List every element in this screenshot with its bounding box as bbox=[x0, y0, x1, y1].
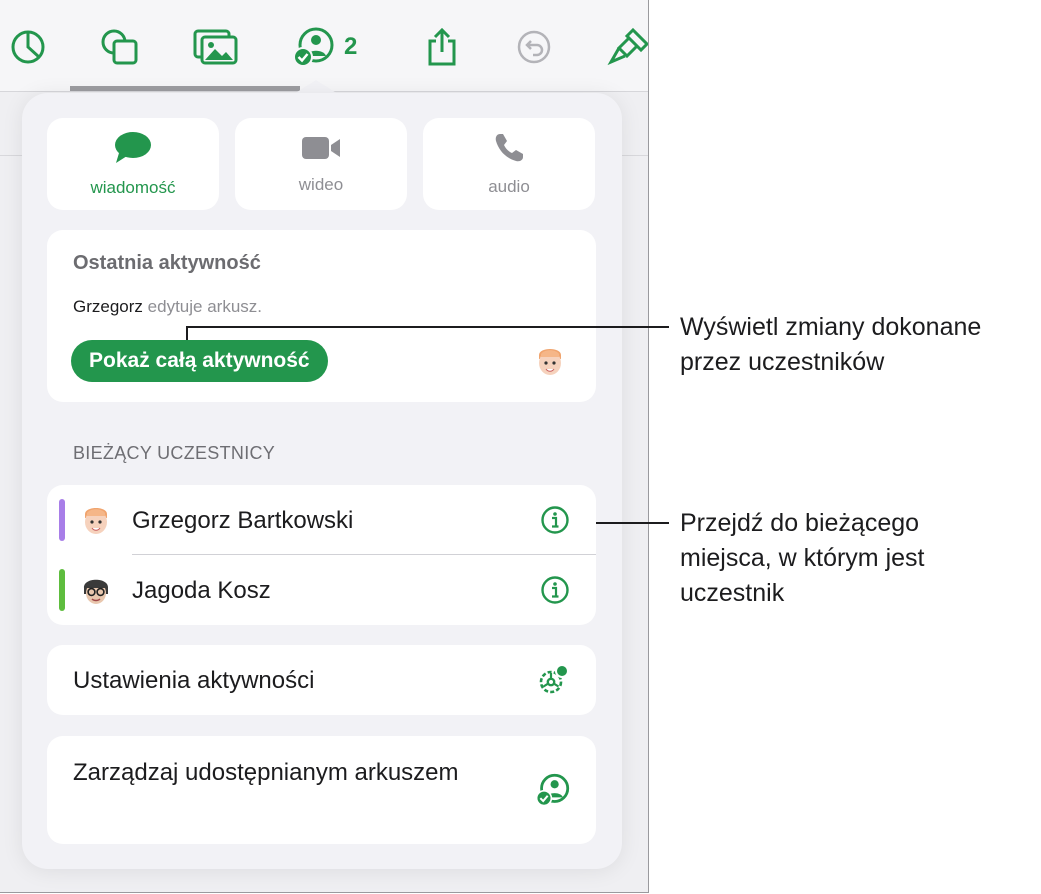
participant-row[interactable]: Jagoda Kosz bbox=[47, 555, 596, 625]
info-icon[interactable] bbox=[540, 575, 570, 610]
audio-button[interactable]: audio bbox=[423, 118, 595, 210]
participant-color-bar bbox=[59, 569, 65, 611]
info-icon[interactable] bbox=[540, 505, 570, 540]
avatar bbox=[82, 504, 110, 541]
undo-icon[interactable] bbox=[514, 22, 554, 72]
avatar bbox=[536, 345, 564, 382]
ipad-screen: 2 wiadomość wideo audio Ostatnia aktywno… bbox=[0, 0, 649, 893]
collaborate-button[interactable]: 2 bbox=[292, 22, 372, 72]
shapes-icon[interactable] bbox=[98, 22, 142, 72]
video-button[interactable]: wideo bbox=[235, 118, 407, 210]
manage-shared-sheet-row[interactable]: Zarządzaj udostępnianym arkuszem bbox=[47, 736, 596, 844]
activity-title: Ostatnia aktywność bbox=[73, 252, 261, 274]
current-participants-header: BIEŻĄCY UCZESTNICY bbox=[73, 443, 276, 463]
manage-shared-sheet-label: Zarządzaj udostępnianym arkuszem bbox=[73, 759, 459, 786]
video-icon bbox=[301, 134, 341, 167]
show-all-activity-button[interactable]: Pokaż całą aktywność bbox=[71, 340, 328, 382]
activity-line: Grzegorz edytuje arkusz. bbox=[73, 297, 262, 317]
avatar bbox=[82, 574, 110, 611]
popover-arrow bbox=[294, 80, 338, 94]
callout-text: Przejdź do bieżącego miejsca, w którym j… bbox=[680, 509, 925, 607]
media-icon[interactable] bbox=[193, 22, 239, 72]
toolbar: 2 bbox=[0, 0, 648, 92]
callout-leader-line bbox=[186, 326, 188, 340]
activity-user: Grzegorz bbox=[73, 297, 143, 316]
collaborate-icon bbox=[292, 27, 336, 67]
audio-label: audio bbox=[488, 176, 530, 196]
recent-activity-card: Ostatnia aktywność Grzegorz edytuje arku… bbox=[47, 230, 596, 402]
activity-settings-row[interactable]: Ustawienia aktywności bbox=[47, 645, 596, 715]
collaborator-count: 2 bbox=[344, 33, 358, 60]
participants-list: Grzegorz Bartkowski Jagoda Kosz bbox=[47, 485, 596, 625]
collaborate-icon bbox=[535, 773, 571, 812]
chart-icon[interactable] bbox=[8, 22, 48, 72]
callout-text: Wyświetl zmiany dokonane przez uczestnik… bbox=[680, 313, 982, 376]
activity-settings-icon bbox=[536, 663, 570, 702]
message-label: wiadomość bbox=[90, 177, 176, 197]
participant-row[interactable]: Grzegorz Bartkowski bbox=[47, 485, 596, 555]
participant-name: Grzegorz Bartkowski bbox=[132, 507, 354, 534]
message-icon bbox=[113, 131, 153, 170]
callout-leader-line bbox=[186, 326, 669, 328]
activity-action: edytuje arkusz. bbox=[147, 297, 262, 316]
format-brush-icon[interactable] bbox=[607, 22, 648, 72]
participant-name: Jagoda Kosz bbox=[132, 577, 271, 604]
participant-color-bar bbox=[59, 499, 65, 541]
phone-icon bbox=[493, 132, 525, 169]
collaboration-popover: wiadomość wideo audio Ostatnia aktywność… bbox=[22, 93, 622, 869]
video-label: wideo bbox=[298, 174, 344, 194]
background-tab-indicator bbox=[70, 86, 300, 91]
callout-leader-line bbox=[596, 522, 669, 524]
share-icon[interactable] bbox=[422, 22, 462, 72]
message-button[interactable]: wiadomość bbox=[47, 118, 219, 210]
activity-settings-label: Ustawienia aktywności bbox=[73, 667, 315, 694]
